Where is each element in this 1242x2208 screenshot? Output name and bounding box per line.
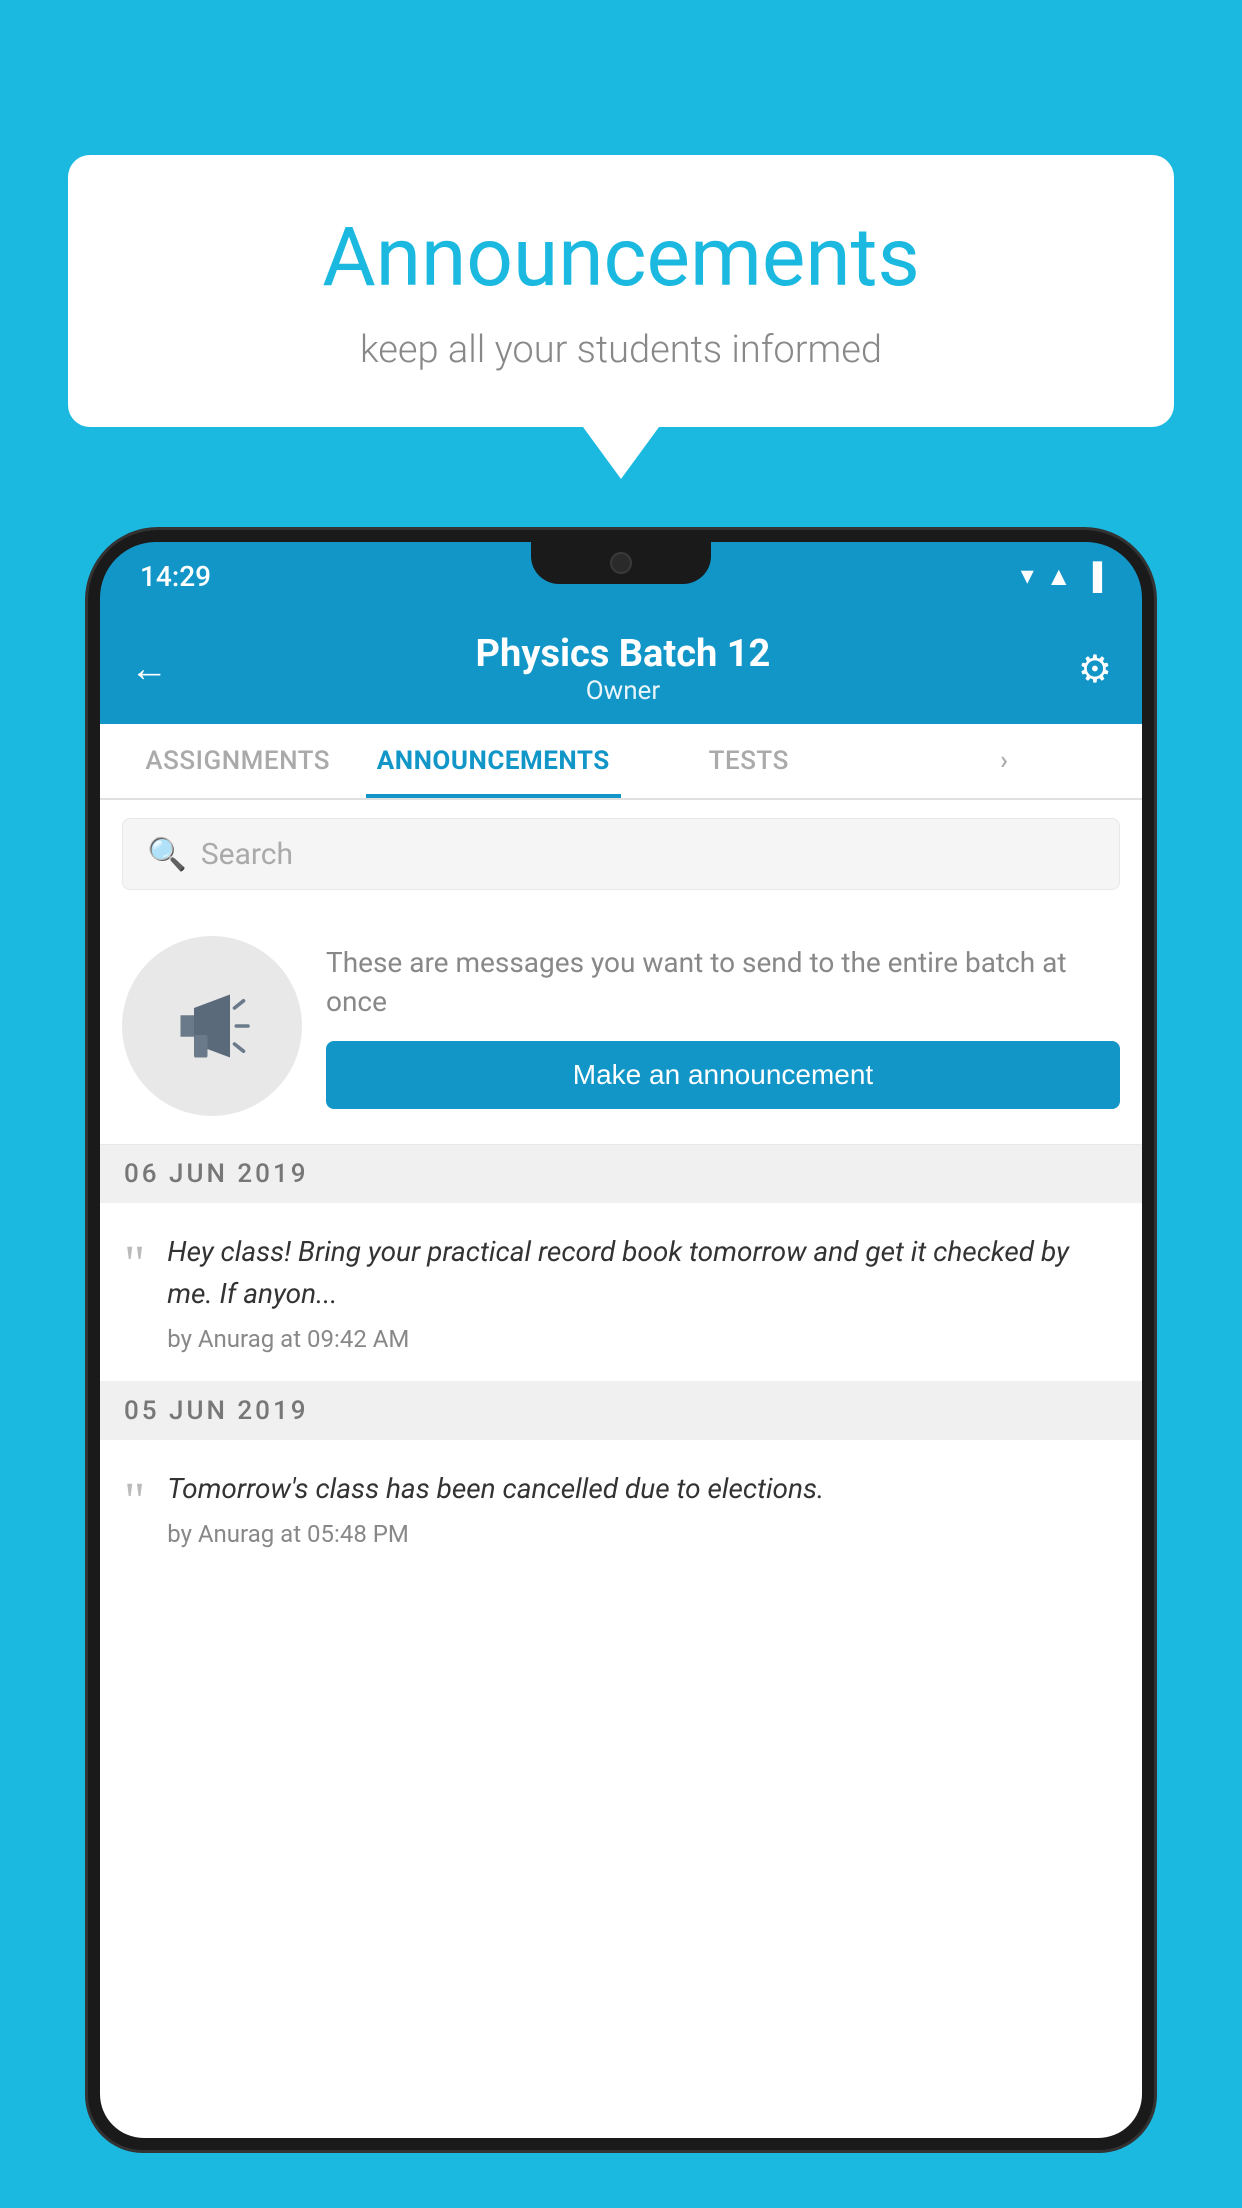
tab-more[interactable]: › bbox=[877, 724, 1133, 798]
search-icon: 🔍 bbox=[147, 835, 187, 873]
speech-bubble-card: Announcements keep all your students inf… bbox=[68, 155, 1174, 427]
header-title-block: Physics Batch 12 Owner bbox=[476, 632, 771, 706]
announcement-author-2: by Anurag at 05:48 PM bbox=[167, 1520, 1118, 1548]
search-input[interactable]: Search bbox=[201, 837, 293, 872]
tab-assignments[interactable]: ASSIGNMENTS bbox=[110, 724, 366, 798]
phone-mockup: 14:29 ▾ ▲ ▐ ← Physics Batch 12 Owner ⚙ A… bbox=[88, 530, 1154, 2208]
phone-camera bbox=[610, 552, 632, 574]
batch-title: Physics Batch 12 bbox=[476, 632, 771, 676]
date-separator-1: 06 JUN 2019 bbox=[100, 1145, 1142, 1203]
speech-bubble-section: Announcements keep all your students inf… bbox=[68, 155, 1174, 479]
announcement-item-2[interactable]: " Tomorrow's class has been cancelled du… bbox=[100, 1440, 1142, 1576]
tab-announcements[interactable]: ANNOUNCEMENTS bbox=[366, 724, 622, 798]
promo-section: These are messages you want to send to t… bbox=[100, 908, 1142, 1145]
phone-frame: 14:29 ▾ ▲ ▐ ← Physics Batch 12 Owner ⚙ A… bbox=[88, 530, 1154, 2150]
date-separator-2: 05 JUN 2019 bbox=[100, 1382, 1142, 1440]
settings-icon[interactable]: ⚙ bbox=[1078, 647, 1112, 692]
megaphone-icon bbox=[167, 981, 257, 1071]
battery-icon: ▐ bbox=[1084, 561, 1102, 592]
search-bar[interactable]: 🔍 Search bbox=[122, 818, 1120, 890]
phone-notch bbox=[531, 542, 711, 584]
announcement-content-2: Tomorrow's class has been cancelled due … bbox=[167, 1468, 1118, 1548]
announcement-text-1: Hey class! Bring your practical record b… bbox=[167, 1231, 1118, 1315]
megaphone-circle bbox=[122, 936, 302, 1116]
speech-bubble-arrow bbox=[583, 427, 659, 479]
announcement-item-1[interactable]: " Hey class! Bring your practical record… bbox=[100, 1203, 1142, 1382]
speech-bubble-subtitle: keep all your students informed bbox=[128, 328, 1114, 372]
announcement-author-1: by Anurag at 09:42 AM bbox=[167, 1325, 1118, 1353]
search-container: 🔍 Search bbox=[100, 800, 1142, 908]
wifi-icon: ▾ bbox=[1021, 561, 1034, 591]
speech-bubble-title: Announcements bbox=[128, 210, 1114, 306]
signal-icon: ▲ bbox=[1046, 561, 1072, 592]
status-icons: ▾ ▲ ▐ bbox=[1021, 561, 1102, 592]
status-bar: 14:29 ▾ ▲ ▐ bbox=[100, 542, 1142, 610]
phone-screen: ← Physics Batch 12 Owner ⚙ ASSIGNMENTS A… bbox=[100, 610, 1142, 2138]
status-time: 14:29 bbox=[140, 560, 211, 593]
batch-subtitle: Owner bbox=[476, 676, 771, 706]
make-announcement-button[interactable]: Make an announcement bbox=[326, 1041, 1120, 1109]
quote-icon-1: " bbox=[124, 1239, 145, 1291]
announcement-text-2: Tomorrow's class has been cancelled due … bbox=[167, 1468, 1118, 1510]
quote-icon-2: " bbox=[124, 1476, 145, 1528]
promo-description: These are messages you want to send to t… bbox=[326, 943, 1120, 1021]
announcement-content-1: Hey class! Bring your practical record b… bbox=[167, 1231, 1118, 1353]
tabs-bar: ASSIGNMENTS ANNOUNCEMENTS TESTS › bbox=[100, 724, 1142, 800]
tab-tests[interactable]: TESTS bbox=[621, 724, 877, 798]
app-header: ← Physics Batch 12 Owner ⚙ bbox=[100, 610, 1142, 724]
back-button[interactable]: ← bbox=[130, 647, 168, 691]
promo-right: These are messages you want to send to t… bbox=[326, 943, 1120, 1109]
